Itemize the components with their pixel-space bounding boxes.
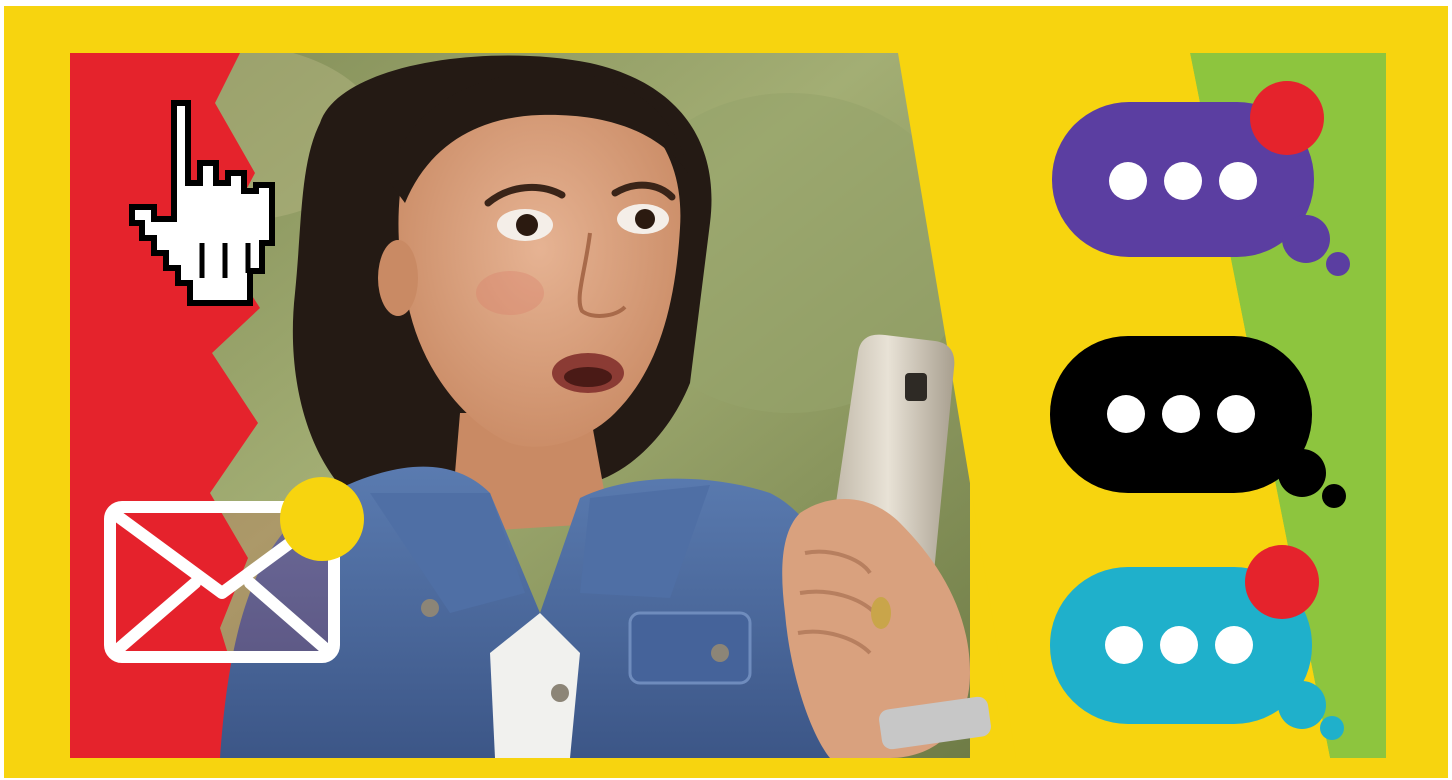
typing-dots-icon: [1107, 395, 1255, 433]
image-frame: [0, 0, 1452, 780]
poster-background: [4, 6, 1448, 778]
notification-dot-icon: [1245, 545, 1319, 619]
typing-dots-icon: [1105, 626, 1253, 664]
notification-dot-icon: [280, 477, 364, 561]
notification-dot-icon: [1250, 81, 1324, 155]
typing-dots-icon: [1109, 162, 1257, 200]
illustration-panel: [70, 53, 1386, 758]
illustration-svg: [70, 53, 1386, 758]
